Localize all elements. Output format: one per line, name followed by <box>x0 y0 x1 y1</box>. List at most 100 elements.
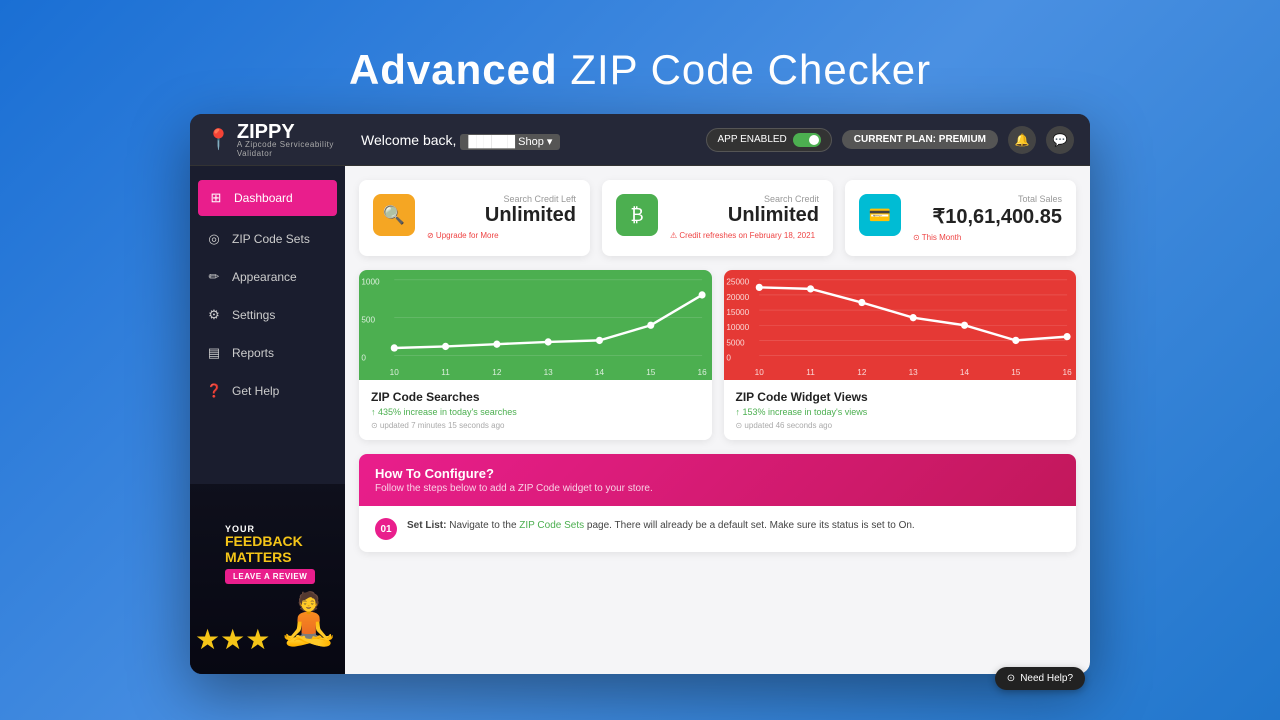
logo: 📍 ZIPPY A Zipcode Serviceability Validat… <box>206 121 361 158</box>
stat-icon-0: 🔍 <box>373 194 415 236</box>
svg-text:16: 16 <box>698 367 707 377</box>
svg-text:14: 14 <box>959 367 968 377</box>
svg-text:15: 15 <box>1011 367 1020 377</box>
chart-update-0: ⊙ updated 7 minutes 15 seconds ago <box>371 421 700 430</box>
sidebar-item-reports[interactable]: ▤Reports <box>190 334 345 372</box>
nav-icon: ▤ <box>206 345 222 361</box>
sidebar-item-dashboard[interactable]: ⊞Dashboard <box>198 180 337 216</box>
stat-label-0: Search Credit Left <box>427 194 576 204</box>
chart-update-1: ⊙ updated 46 seconds ago <box>736 421 1065 430</box>
configure-card: How To Configure? Follow the steps below… <box>359 454 1076 552</box>
plan-button[interactable]: CURRENT PLAN: PREMIUM <box>842 130 998 149</box>
svg-text:15: 15 <box>646 367 655 377</box>
page-title: Advanced ZIP Code Checker <box>349 46 931 94</box>
welcome-text: Welcome back, ██████ Shop ▾ <box>361 132 706 148</box>
svg-text:0: 0 <box>361 352 366 362</box>
stat-value-2: ₹10,61,400.85 <box>913 204 1062 229</box>
feedback-figure: 🧘 <box>278 594 340 644</box>
svg-text:1000: 1000 <box>361 277 380 287</box>
stars-decoration: ★★★ <box>195 626 270 654</box>
chart-title-0: ZIP Code Searches <box>371 390 700 404</box>
svg-text:13: 13 <box>908 367 917 377</box>
chart-card-0: 10005000 10111213141516 ZIP Code Searche… <box>359 270 712 440</box>
stat-card-0: 🔍 Search Credit Left Unlimited ⊘ Upgrade… <box>359 180 590 256</box>
step-1-text: Set List: Navigate to the ZIP Code Sets … <box>407 518 915 533</box>
feedback-feedback: FEEDBACK <box>225 534 315 549</box>
configure-subtitle: Follow the steps below to add a ZIP Code… <box>375 483 1060 494</box>
configure-body: 01 Set List: Navigate to the ZIP Code Se… <box>359 506 1076 552</box>
stat-sub-1: ⚠ Credit refreshes on February 18, 2021 <box>670 231 819 240</box>
svg-text:10: 10 <box>754 367 763 377</box>
charts-row: 10005000 10111213141516 ZIP Code Searche… <box>359 270 1076 440</box>
chart-info-0: ZIP Code Searches ↑ 435% increase in tod… <box>359 380 712 440</box>
chart-info-1: ZIP Code Widget Views ↑ 153% increase in… <box>724 380 1077 440</box>
header: 📍 ZIPPY A Zipcode Serviceability Validat… <box>190 114 1090 166</box>
stat-info-2: Total Sales ₹10,61,400.85 ⊙ This Month <box>913 194 1062 242</box>
svg-text:10000: 10000 <box>726 322 749 332</box>
svg-text:20000: 20000 <box>726 292 749 302</box>
chart-area-0: 10005000 10111213141516 <box>359 270 712 380</box>
stat-info-1: Search Credit Unlimited ⚠ Credit refresh… <box>670 194 819 240</box>
nav-icon: ❓ <box>206 383 222 399</box>
svg-text:14: 14 <box>595 367 604 377</box>
svg-text:15000: 15000 <box>726 307 749 317</box>
app-enabled-label: APP ENABLED <box>717 134 786 145</box>
chart-title-1: ZIP Code Widget Views <box>736 390 1065 404</box>
content-area: 🔍 Search Credit Left Unlimited ⊘ Upgrade… <box>345 166 1090 674</box>
step-1-number: 01 <box>375 518 397 540</box>
chart-area-1: 25000 20000 15000 10000 5000 0 10 11 12 13 14 15 16 <box>724 270 1077 380</box>
stat-card-2: 💳 Total Sales ₹10,61,400.85 ⊙ This Month <box>845 180 1076 256</box>
stat-card-1: ₿ Search Credit Unlimited ⚠ Credit refre… <box>602 180 833 256</box>
chart-svg-1: 25000 20000 15000 10000 5000 0 10 11 12 13 14 15 16 <box>724 270 1077 380</box>
toggle-switch[interactable] <box>793 133 821 147</box>
nav-icon: ⚙ <box>206 307 222 323</box>
svg-text:5000: 5000 <box>726 337 745 347</box>
feedback-text: YOUR FEEDBACK MATTERS LEAVE A REVIEW <box>225 524 315 584</box>
sidebar-item-zip-code-sets[interactable]: ◎ZIP Code Sets <box>190 220 345 258</box>
svg-text:16: 16 <box>1062 367 1071 377</box>
message-icon[interactable]: 💬 <box>1046 126 1074 154</box>
svg-text:0: 0 <box>726 352 731 362</box>
stat-label-2: Total Sales <box>913 194 1062 204</box>
svg-text:12: 12 <box>492 367 501 377</box>
need-help-button[interactable]: ⊙ Need Help? <box>995 667 1085 690</box>
svg-text:11: 11 <box>441 367 450 377</box>
stat-value-0: Unlimited <box>427 204 576 227</box>
svg-text:12: 12 <box>857 367 866 377</box>
sidebar: ⊞Dashboard ◎ZIP Code Sets✏Appearance⚙Sett… <box>190 166 345 674</box>
stat-icon-1: ₿ <box>616 194 658 236</box>
svg-text:25000: 25000 <box>726 277 749 287</box>
sidebar-item-settings[interactable]: ⚙Settings <box>190 296 345 334</box>
stat-icon-2: 💳 <box>859 194 901 236</box>
nav-icon: ✏ <box>206 269 222 285</box>
stat-label-1: Search Credit <box>670 194 819 204</box>
app-window: 📍 ZIPPY A Zipcode Serviceability Validat… <box>190 114 1090 674</box>
chart-stat-0: ↑ 435% increase in today's searches <box>371 407 700 417</box>
logo-icon: 📍 <box>206 127 231 152</box>
chart-card-1: 25000 20000 15000 10000 5000 0 10 11 12 13 14 15 16… <box>724 270 1077 440</box>
stat-info-0: Search Credit Left Unlimited ⊘ Upgrade f… <box>427 194 576 240</box>
logo-sub: A Zipcode Serviceability Validator <box>237 140 361 158</box>
notification-icon[interactable]: 🔔 <box>1008 126 1036 154</box>
stat-value-1: Unlimited <box>670 204 819 227</box>
sidebar-item-get-help[interactable]: ❓Get Help <box>190 372 345 410</box>
stat-sub-2: ⊙ This Month <box>913 233 1062 242</box>
stats-row: 🔍 Search Credit Left Unlimited ⊘ Upgrade… <box>359 180 1076 256</box>
configure-header: How To Configure? Follow the steps below… <box>359 454 1076 506</box>
nav-icon: ◎ <box>206 231 222 247</box>
zip-code-sets-link[interactable]: ZIP Code Sets <box>519 520 584 531</box>
chart-svg-0: 10005000 10111213141516 <box>359 270 712 380</box>
sidebar-item-appearance[interactable]: ✏Appearance <box>190 258 345 296</box>
config-step-1: 01 Set List: Navigate to the ZIP Code Se… <box>375 518 1060 540</box>
question-icon: ⊙ <box>1007 673 1015 684</box>
svg-text:11: 11 <box>806 367 815 377</box>
app-enabled-toggle[interactable]: APP ENABLED <box>706 128 831 152</box>
stat-sub-0: ⊘ Upgrade for More <box>427 231 576 240</box>
main-layout: ⊞Dashboard◎ZIP Code Sets✏Appearance⚙Sett… <box>190 166 1090 674</box>
feedback-banner: ★★★ YOUR FEEDBACK MATTERS LEAVE A REVIEW… <box>190 484 345 674</box>
header-right: APP ENABLED CURRENT PLAN: PREMIUM 🔔 💬 <box>706 126 1074 154</box>
leave-review-button[interactable]: LEAVE A REVIEW <box>225 569 315 584</box>
svg-text:500: 500 <box>361 314 375 324</box>
nav-icon: ⊞ <box>208 190 224 206</box>
feedback-matters: MATTERS <box>225 550 315 565</box>
